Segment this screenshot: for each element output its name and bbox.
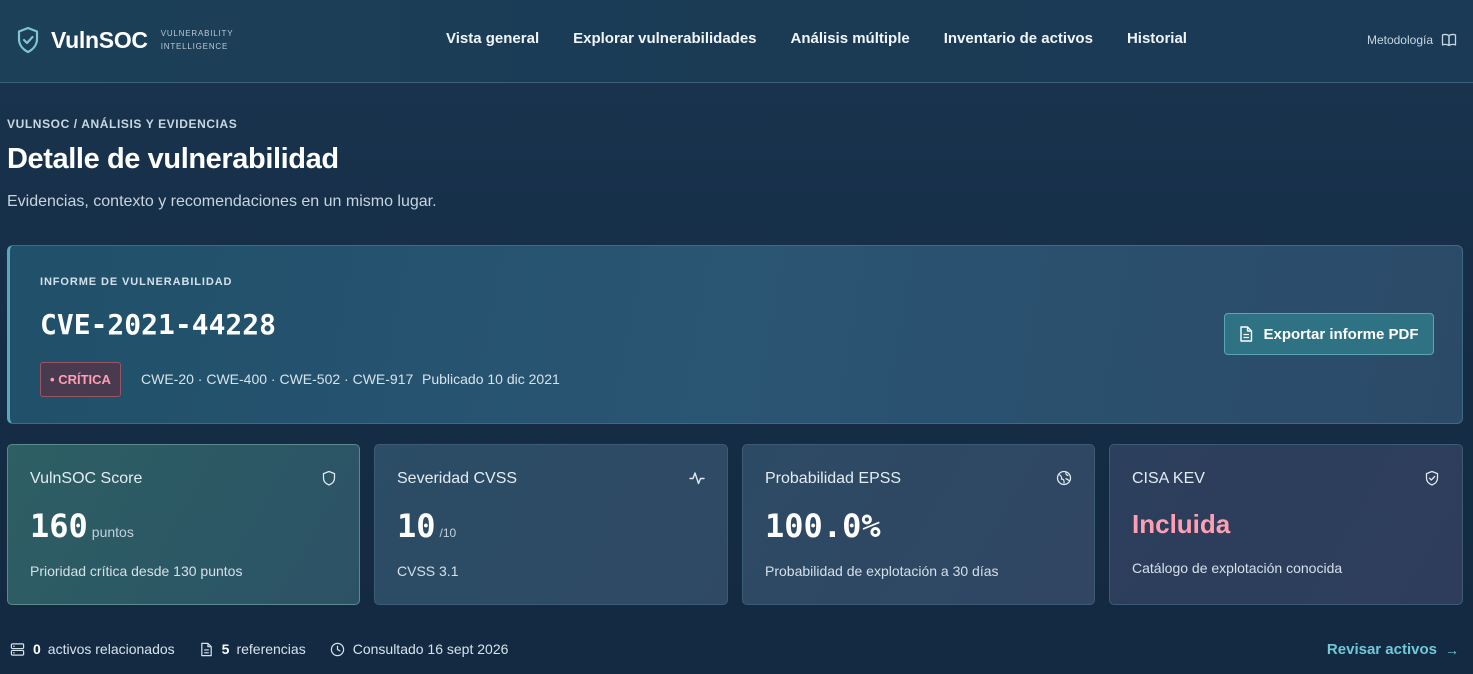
arrow-right-icon: → [1445, 641, 1459, 658]
report-label: INFORME DE VULNERABILIDAD [40, 276, 233, 288]
top-navigation-bar: VulnSOC VULNERABILITY INTELLIGENCE Vista… [0, 0, 1473, 83]
metric-value: 100.0% [765, 507, 881, 545]
vulnerability-report-card: INFORME DE VULNERABILIDAD CVE-2021-44228… [7, 245, 1463, 424]
document-icon [200, 642, 212, 656]
consulted-date: Consultado 16 sept 2026 [330, 641, 509, 657]
metric-value: 160 puntos [30, 507, 134, 545]
nav-item-explore[interactable]: Explorar vulnerabilidades [573, 30, 756, 47]
cwe-list: CWE-20 · CWE-400 · CWE-502 · CWE-917 [141, 371, 414, 387]
page-title: Detalle de vulnerabilidad [7, 143, 339, 175]
nav-item-multi-analysis[interactable]: Análisis múltiple [791, 30, 910, 47]
references-count: 5 [221, 641, 230, 657]
breadcrumb: VULNSOC / ANÁLISIS Y EVIDENCIAS [7, 117, 238, 131]
cvss-number: 10 [397, 507, 436, 545]
brand-name: VulnSOC [51, 26, 148, 53]
page-subtitle: Evidencias, contexto y recomendaciones e… [7, 193, 437, 210]
brand-logo[interactable]: VulnSOC VULNERABILITY INTELLIGENCE [16, 26, 233, 54]
metric-description: Probabilidad de explotación a 30 días [765, 563, 999, 579]
methodology-label: Metodología [1366, 33, 1433, 47]
kev-status: Incluida [1132, 509, 1231, 539]
shield-icon [322, 470, 336, 486]
metric-value: 10 /10 [397, 507, 456, 545]
cve-id: CVE-2021-44228 [40, 308, 277, 341]
consulted-label: Consultado 16 sept 2026 [352, 641, 509, 657]
activity-icon [689, 472, 705, 485]
metric-title: Severidad CVSS [397, 470, 518, 487]
metric-card-epss: Probabilidad EPSS 100.0% Probabilidad de… [742, 444, 1095, 605]
metric-title: VulnSOC Score [30, 470, 143, 487]
nav-item-asset-inventory[interactable]: Inventario de activos [944, 30, 1093, 47]
references-label: referencias [236, 641, 306, 657]
epss-number: 100.0% [765, 507, 881, 545]
export-pdf-button[interactable]: Exportar informe PDF [1224, 313, 1434, 355]
score-unit: puntos [91, 524, 134, 540]
published-date: Publicado 10 dic 2021 [422, 371, 560, 387]
cvss-unit: /10 [439, 526, 457, 540]
shield-check-icon [1425, 470, 1439, 486]
brand-tagline-line-1: VULNERABILITY [160, 29, 234, 38]
metric-card-vulnsoc-score: VulnSOC Score 160 puntos Prioridad críti… [7, 444, 360, 605]
book-icon [1441, 33, 1457, 47]
review-assets-label: Revisar activos [1326, 641, 1437, 658]
shield-check-logo-icon [17, 26, 39, 54]
nav-item-overview[interactable]: Vista general [446, 30, 539, 47]
server-icon [10, 642, 25, 656]
metric-description: Catálogo de explotación conocida [1132, 560, 1343, 576]
metric-title: CISA KEV [1132, 470, 1205, 487]
assets-label: activos relacionados [47, 641, 175, 657]
metric-card-cvss: Severidad CVSS 10 /10 CVSS 3.1 [374, 444, 728, 605]
brand-tagline-line-2: INTELLIGENCE [160, 42, 229, 51]
related-assets-stat: 0 activos relacionados [10, 641, 175, 657]
severity-badge: • CRÍTICA [40, 362, 121, 397]
main-nav: Vista general Explorar vulnerabilidades … [446, 30, 1221, 47]
metric-title: Probabilidad EPSS [765, 470, 902, 487]
clock-icon [330, 642, 344, 656]
references-stat: 5 referencias [199, 641, 306, 657]
nav-item-history[interactable]: Historial [1127, 30, 1187, 47]
brand-tagline: VULNERABILITY INTELLIGENCE [161, 27, 234, 53]
metric-description: Prioridad crítica desde 130 puntos [30, 563, 243, 579]
file-text-icon [1240, 326, 1253, 342]
export-pdf-label: Exportar informe PDF [1263, 325, 1419, 343]
score-number: 160 [30, 507, 88, 545]
metric-description: CVSS 3.1 [397, 563, 459, 579]
methodology-link[interactable]: Metodología [1367, 32, 1457, 48]
review-assets-link[interactable]: Revisar activos → [1327, 641, 1459, 658]
metric-card-cisa-kev: CISA KEV Incluida Catálogo de explotació… [1109, 444, 1463, 605]
summary-row: 0 activos relacionados 5 referencias Con… [10, 641, 532, 657]
globe-icon [1056, 470, 1072, 486]
assets-count: 0 [33, 641, 41, 657]
